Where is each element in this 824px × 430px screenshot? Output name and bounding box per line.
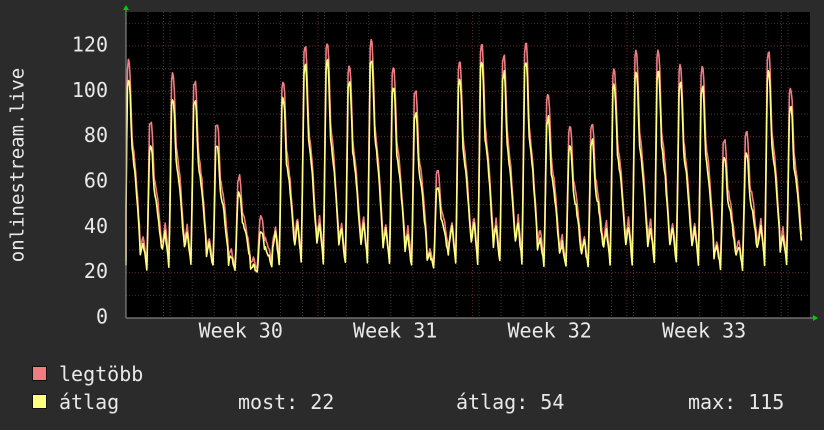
legend-label-max: legtöbb [59,362,144,386]
y-tick-label: 60 [84,169,108,193]
legend-row-avg-series: átlag most: 22 átlag: 54 max: 115 [32,391,792,413]
x-tick-label: Week 32 [507,319,591,343]
legend-swatch-max [32,366,47,381]
legend-swatch-avg [32,394,47,409]
x-tick-label: Week 33 [662,319,746,343]
stat-average: átlag: 54 [456,390,565,414]
y-tick-label: 40 [84,214,108,238]
legend-label-avg: átlag [59,390,120,414]
y-tick-label: 120 [72,33,108,57]
stat-current: most: 22 [238,390,335,414]
stat-max: max: 115 [688,390,785,414]
y-tick-label: 20 [84,259,108,283]
x-tick-label: Week 31 [353,319,437,343]
y-axis-label: onlinestream.live [7,68,29,262]
y-tick-label: 0 [96,305,108,329]
y-tick-label: 100 [72,78,108,102]
x-tick-label: Week 30 [199,319,283,343]
chart: 0 20 40 60 80 100 120 Week 30 Week 31 Week 32 Wee… [0,0,824,350]
y-tick-label: 80 [84,123,108,147]
legend-row-max-series: legtöbb [32,363,792,385]
